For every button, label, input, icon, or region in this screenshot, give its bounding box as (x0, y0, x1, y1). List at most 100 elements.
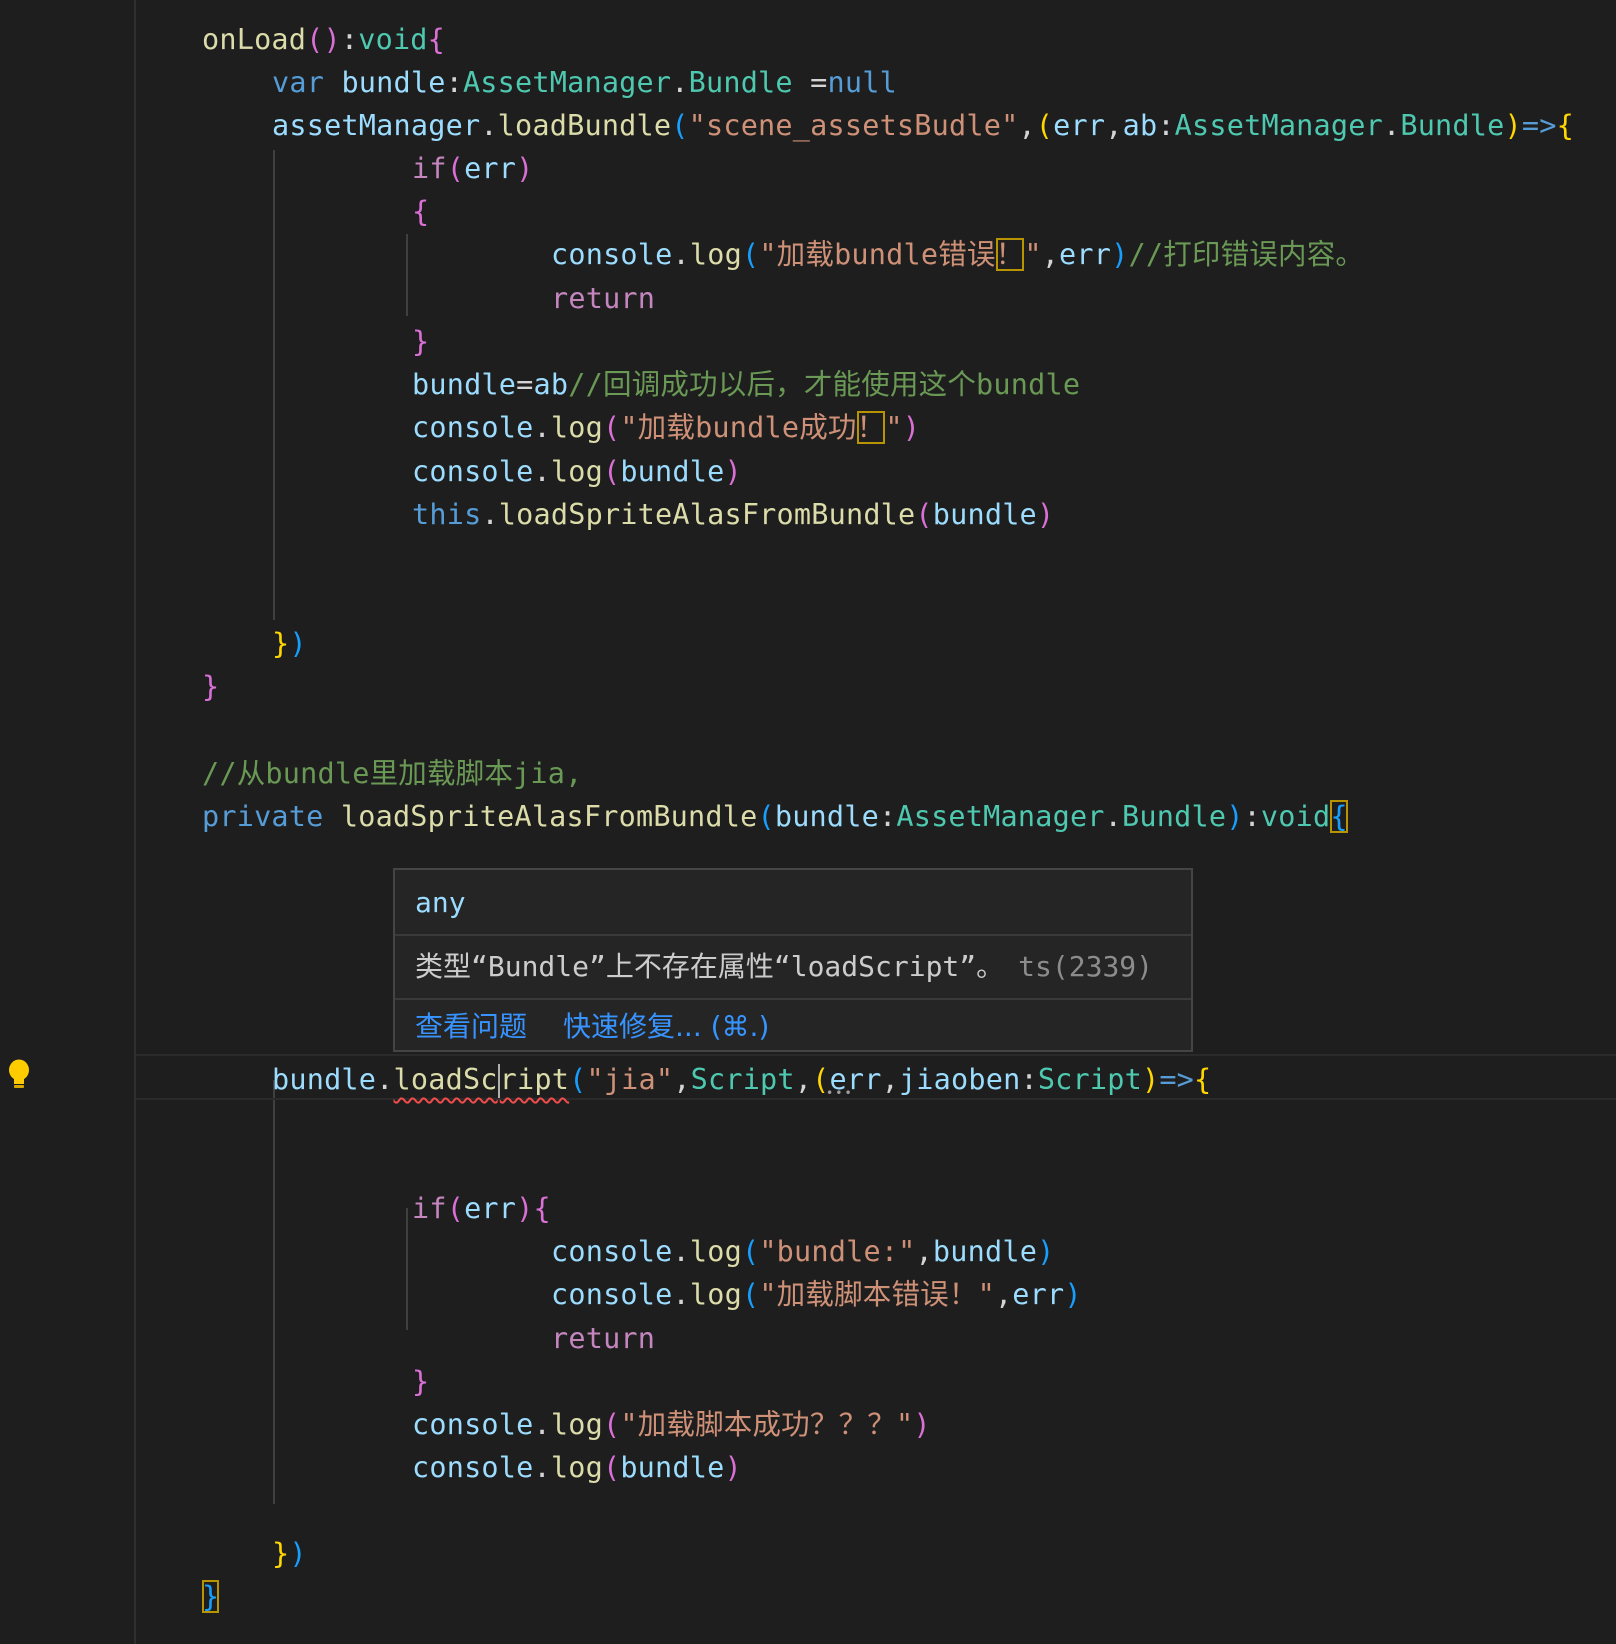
code-token: = (516, 368, 534, 401)
hover-divider (395, 934, 1191, 936)
code-token: void (358, 23, 428, 56)
code-token: AssetManager (1174, 109, 1383, 142)
code-token: Script (690, 1063, 795, 1096)
code-line[interactable]: } (202, 665, 219, 708)
code-line[interactable]: private loadSpriteAlasFromBundle(bundle:… (202, 795, 1348, 838)
code-line[interactable]: this.loadSpriteAlasFromBundle(bundle) (412, 493, 1054, 536)
code-line[interactable]: } (202, 1575, 220, 1618)
code-token: console (551, 1235, 673, 1268)
code-line[interactable]: assetManager.loadBundle("scene_assetsBud… (272, 104, 1574, 147)
code-token: ) (289, 1537, 307, 1570)
code-token: . (481, 498, 499, 531)
code-token: { (412, 195, 430, 228)
code-token: } (272, 627, 290, 660)
code-line[interactable]: } (412, 320, 429, 363)
code-line[interactable]: }) (272, 1532, 307, 1575)
code-token: " (885, 411, 903, 444)
code-line[interactable]: console.log("加载脚本成功？？？") (412, 1403, 931, 1446)
code-token: , (881, 1063, 899, 1096)
code-line[interactable]: console.log("加载脚本错误！",err) (551, 1273, 1082, 1316)
indent-guide (406, 1208, 408, 1330)
code-token: ( (741, 1235, 760, 1268)
indent-guide (406, 234, 408, 316)
code-token: loadSc (393, 1063, 498, 1096)
code-token: . (533, 455, 551, 488)
code-token: //从bundle里加载脚本jia, (202, 757, 583, 790)
lightbulb-icon[interactable] (4, 1058, 34, 1092)
code-token: ！ (995, 238, 1025, 271)
code-token: loadBundle (497, 109, 672, 142)
code-token: log (689, 1235, 742, 1268)
code-token: : (445, 66, 463, 99)
code-token: "bundle:" (759, 1235, 916, 1268)
code-token: bundle (412, 368, 517, 401)
code-token: ( (446, 152, 465, 185)
code-line[interactable]: } (412, 1360, 429, 1403)
code-token: ) (289, 627, 307, 660)
code-token: () (306, 23, 341, 56)
code-token: ab (533, 368, 569, 401)
code-token: ) (516, 152, 534, 185)
code-token: bundle (272, 1063, 377, 1096)
code-token: "加载bundle错误 (759, 238, 996, 271)
code-token: err (464, 152, 517, 185)
code-line[interactable]: //从bundle里加载脚本jia, (202, 752, 583, 795)
code-token: bundle (774, 800, 879, 833)
hover-tooltip: any 类型“Bundle”上不存在属性“loadScript”。 ts(2339… (393, 868, 1193, 1052)
code-token: : (1157, 109, 1175, 142)
code-line[interactable]: console.log("加载bundle成功！") (412, 406, 920, 449)
code-token: } (202, 1580, 220, 1613)
view-problem-link[interactable]: 查看问题 (415, 1010, 527, 1043)
code-line[interactable]: console.log(bundle) (412, 450, 742, 493)
code-line[interactable]: console.log("加载bundle错误！",err)//打印错误内容。 (551, 233, 1364, 276)
code-token: return (551, 1322, 656, 1355)
code-token: loadSpriteAlasFromBundle (340, 800, 758, 833)
code-line[interactable]: bundle=ab//回调成功以后，才能使用这个bundle (412, 363, 1080, 406)
code-token: ab (1122, 109, 1158, 142)
code-token: => (1521, 109, 1557, 142)
code-token: "加载脚本成功？？？" (620, 1408, 914, 1441)
code-token: "加载脚本错误！" (759, 1278, 995, 1311)
code-token: ( (569, 1063, 587, 1096)
code-token: Script (1037, 1063, 1142, 1096)
code-token: bundle (341, 66, 446, 99)
code-line[interactable]: console.log("bundle:",bundle) (551, 1230, 1054, 1273)
code-line[interactable]: var bundle:AssetManager.Bundle =null (272, 61, 897, 104)
code-token: console (412, 1408, 534, 1441)
code-token: . (672, 1278, 690, 1311)
code-token: . (1104, 800, 1123, 833)
code-token: bundle (620, 455, 725, 488)
code-token: null (827, 66, 897, 99)
code-token: ( (602, 1408, 621, 1441)
code-token: { (1194, 1063, 1212, 1096)
code-token: console (412, 411, 534, 444)
code-token: err (1053, 109, 1106, 142)
code-token: ) (913, 1408, 931, 1441)
code-line[interactable]: if(err){ (412, 1187, 551, 1230)
code-token: } (412, 325, 430, 358)
code-token: , (673, 1063, 691, 1096)
code-line[interactable]: { (412, 190, 429, 233)
code-line[interactable]: onLoad():void{ (202, 18, 445, 61)
code-token: ript (499, 1063, 570, 1096)
code-token: ( (446, 1192, 465, 1225)
code-token: Bundle (1122, 800, 1227, 833)
code-editor[interactable]: onLoad():void{var bundle:AssetManager.Bu… (0, 0, 1616, 1644)
code-line[interactable]: console.log(bundle) (412, 1446, 742, 1489)
code-token: . (1382, 109, 1401, 142)
code-token: "scene_assetsBudle" (688, 109, 1019, 142)
code-token: Bundle (1400, 109, 1505, 142)
code-line[interactable]: bundle.loadScript("jia",Script,(err,jiao… (272, 1058, 1211, 1101)
code-token: { (533, 1192, 551, 1225)
code-token: ( (1035, 109, 1054, 142)
code-line[interactable]: return (551, 277, 655, 320)
code-line[interactable]: if(err) (412, 147, 534, 190)
code-line[interactable]: }) (272, 622, 307, 665)
code-token: ) (516, 1192, 534, 1225)
quick-fix-link[interactable]: 快速修复... (⌘.) (563, 1010, 769, 1043)
code-token: //打印错误内容。 (1128, 238, 1365, 271)
code-token: private (202, 800, 324, 833)
code-line[interactable]: return (551, 1317, 655, 1360)
